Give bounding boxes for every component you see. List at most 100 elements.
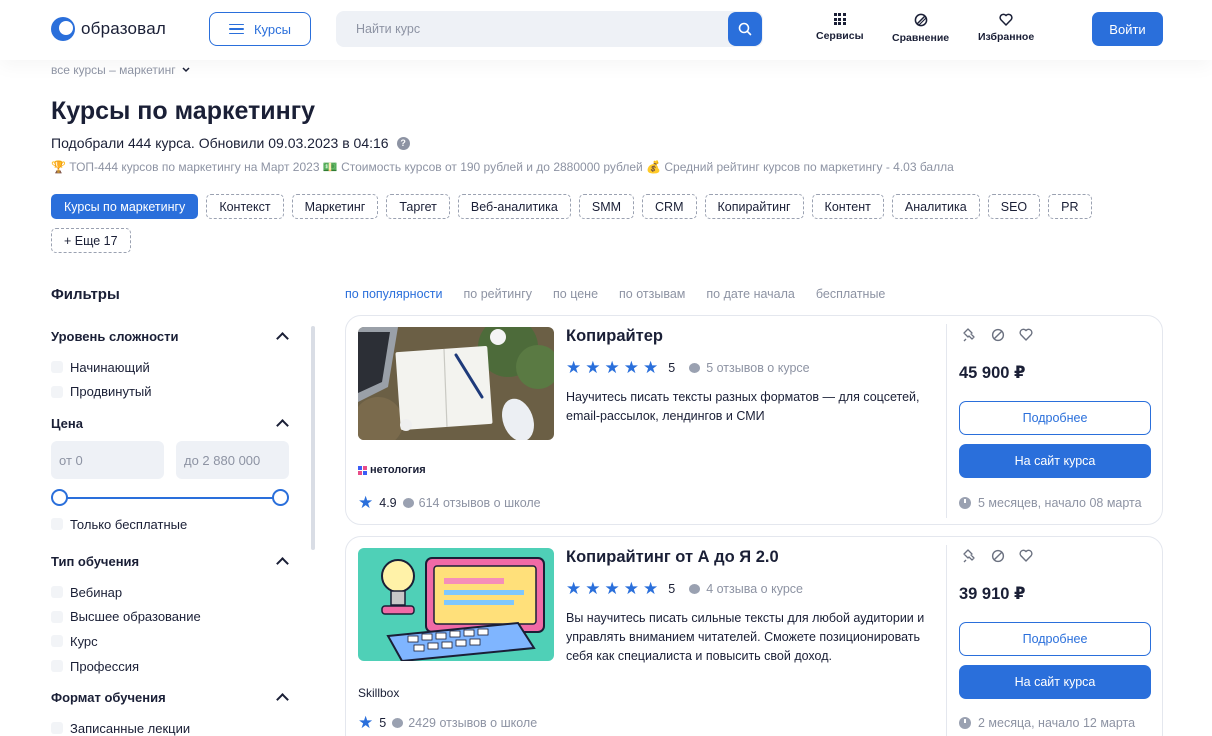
tag-item[interactable]: SMM <box>578 194 635 219</box>
filter-option[interactable]: Только бесплатные <box>51 512 291 537</box>
notebook-image <box>358 327 554 440</box>
course-image[interactable] <box>358 327 554 440</box>
course-reviews-link[interactable]: 4 отзыва о курсе <box>689 582 803 596</box>
course-title[interactable]: Копирайтинг от А до Я 2.0 <box>566 548 779 567</box>
sort-option-start-date[interactable]: по дате начала <box>706 287 794 301</box>
price-range-slider[interactable] <box>51 489 291 507</box>
nav-services[interactable]: Сервисы <box>816 13 864 42</box>
tag-item[interactable]: Контекст <box>206 194 284 219</box>
checkbox[interactable] <box>51 586 63 599</box>
course-duration-text: 5 месяцев, начало 08 марта <box>978 496 1142 510</box>
course-image[interactable] <box>358 548 554 661</box>
sort-option-free[interactable]: бесплатные <box>816 287 886 301</box>
filter-type-header[interactable]: Тип обучения <box>51 553 291 570</box>
compare-icon[interactable] <box>991 549 1005 563</box>
price-from-input[interactable] <box>51 441 164 479</box>
tag-item[interactable]: Таргет <box>386 194 450 219</box>
filter-option[interactable]: Высшее образование <box>51 605 291 630</box>
nav-favorites[interactable]: Избранное <box>978 13 1034 43</box>
chevron-up-icon <box>276 331 289 345</box>
breadcrumb-text: все курсы – маркетинг <box>51 63 176 77</box>
tag-item[interactable]: PR <box>1048 194 1092 219</box>
compare-icon[interactable] <box>991 328 1005 342</box>
pin-icon[interactable] <box>963 549 977 563</box>
tag-item[interactable]: Копирайтинг <box>704 194 804 219</box>
school-rating-value: 4.9 <box>379 495 397 510</box>
info-icon[interactable]: ? <box>396 136 410 150</box>
checkbox[interactable] <box>51 385 63 398</box>
filter-type: Тип обучения Вебинар Высшее образование … <box>51 553 291 678</box>
go-to-site-button[interactable]: На сайт курса <box>959 444 1151 478</box>
login-button[interactable]: Войти <box>1092 12 1163 46</box>
details-button[interactable]: Подробнее <box>959 401 1151 435</box>
sort-option-price[interactable]: по цене <box>553 287 598 301</box>
sort-option-reviews[interactable]: по отзывам <box>619 287 685 301</box>
sort-option-popularity[interactable]: по популярности <box>345 287 443 301</box>
filter-level-header[interactable]: Уровень сложности <box>51 328 291 345</box>
checkbox[interactable] <box>51 635 63 648</box>
details-button[interactable]: Подробнее <box>959 622 1151 656</box>
page-title: Курсы по маркетингу <box>51 97 316 125</box>
tag-item[interactable]: Курсы по маркетингу <box>51 194 199 219</box>
price-to-input[interactable] <box>176 441 289 479</box>
school-rating: ★ 4.9 614 отзывов о школе <box>358 494 541 511</box>
category-tags: Курсы по маркетингу Контекст Маркетинг Т… <box>51 194 1151 253</box>
filter-option[interactable]: Профессия <box>51 654 291 679</box>
search-input[interactable] <box>336 11 726 47</box>
slider-max-handle[interactable] <box>272 489 289 506</box>
filter-option[interactable]: Продвинутый <box>51 380 291 405</box>
school-reviews-link[interactable]: 614 отзывов о школе <box>402 496 541 510</box>
course-duration: 2 месяца, начало 12 марта <box>959 716 1135 730</box>
chevron-up-icon <box>276 418 289 432</box>
checkbox[interactable] <box>51 518 63 531</box>
courses-menu-button[interactable]: Курсы <box>209 12 311 46</box>
breadcrumb[interactable]: все курсы – маркетинг <box>51 63 190 77</box>
filter-option-label: Продвинутый <box>70 384 152 400</box>
star-icon: ★ <box>358 713 374 732</box>
heart-icon[interactable] <box>1019 549 1033 562</box>
checkbox[interactable] <box>51 722 63 735</box>
filter-format-header[interactable]: Формат обучения <box>51 689 291 706</box>
filters-scrollbar[interactable] <box>311 326 315 550</box>
show-more-tags-button[interactable]: + Еще 17 <box>51 228 131 253</box>
nav-compare[interactable]: Сравнение <box>892 13 949 44</box>
filter-price-header[interactable]: Цена <box>51 415 291 432</box>
filter-option[interactable]: Записанные лекции <box>51 716 291 736</box>
tag-item[interactable]: CRM <box>642 194 697 219</box>
checkbox[interactable] <box>51 610 63 623</box>
checkbox[interactable] <box>51 660 63 673</box>
tag-item[interactable]: Аналитика <box>891 194 980 219</box>
slider-min-handle[interactable] <box>51 489 68 506</box>
school-logo[interactable]: Skillbox <box>358 686 399 700</box>
school-name: Skillbox <box>358 686 400 700</box>
filter-option[interactable]: Вебинар <box>51 580 291 605</box>
tag-item[interactable]: Контент <box>811 194 884 219</box>
course-reviews-text: 5 отзывов о курсе <box>706 360 810 375</box>
heart-icon[interactable] <box>1019 328 1033 341</box>
school-reviews-link[interactable]: 2429 отзывов о школе <box>392 716 537 730</box>
tag-item[interactable]: SEO <box>987 194 1041 219</box>
page-subtitle: Подобрали 444 курса. Обновили 09.03.2023… <box>51 135 410 151</box>
course-card: Skillbox ★ 5 2429 отзывов о школе Копира… <box>345 536 1163 736</box>
logo-text: образовал <box>81 19 166 38</box>
tag-item[interactable]: Маркетинг <box>291 194 379 219</box>
search-bar <box>336 11 763 47</box>
chevron-up-icon <box>276 556 289 570</box>
logo[interactable]: образовал <box>51 17 166 41</box>
sort-option-rating[interactable]: по рейтингу <box>464 287 533 301</box>
checkbox[interactable] <box>51 361 63 374</box>
course-reviews-link[interactable]: 5 отзывов о курсе <box>689 360 810 375</box>
course-rating-value: 5 <box>668 581 676 596</box>
filter-option[interactable]: Курс <box>51 629 291 654</box>
filter-format: Формат обучения Записанные лекции <box>51 689 291 736</box>
star-icon: ★ <box>358 493 374 512</box>
go-to-site-button[interactable]: На сайт курса <box>959 665 1151 699</box>
clock-icon <box>959 497 971 509</box>
search-button[interactable] <box>728 12 762 46</box>
pin-icon[interactable] <box>963 328 977 342</box>
page-stats: 🏆 ТОП-444 курсов по маркетингу на Март 2… <box>51 160 954 174</box>
school-logo[interactable]: нетология <box>358 464 426 476</box>
course-title[interactable]: Копирайтер <box>566 327 663 346</box>
tag-item[interactable]: Веб-аналитика <box>457 194 571 219</box>
filter-option[interactable]: Начинающий <box>51 355 291 380</box>
